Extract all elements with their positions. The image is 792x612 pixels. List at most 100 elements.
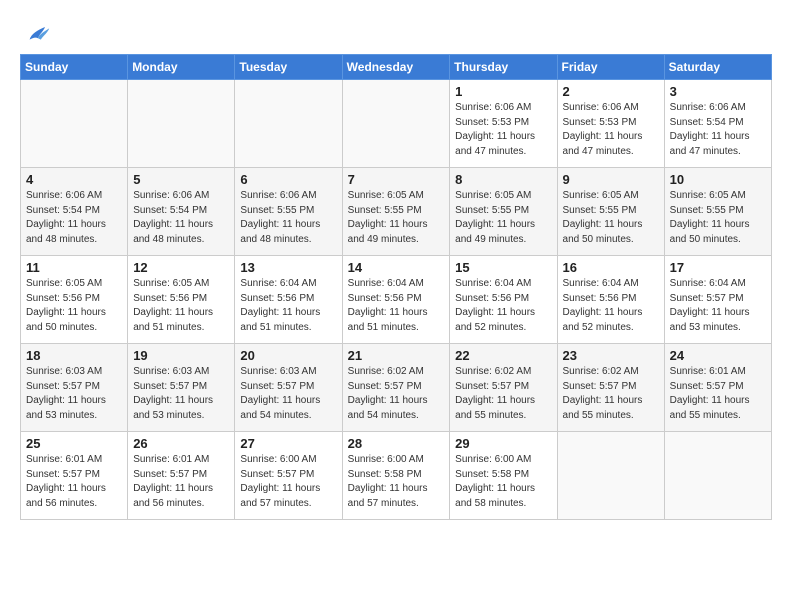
day-info: Sunrise: 6:06 AM Sunset: 5:54 PM Dayligh… [670, 101, 766, 159]
day-info: Sunrise: 6:06 AM Sunset: 5:54 PM Dayligh… [26, 189, 122, 247]
day-info: Sunrise: 6:01 AM Sunset: 5:57 PM Dayligh… [133, 453, 229, 511]
calendar-cell: 17 Sunrise: 6:04 AM Sunset: 5:57 PM Dayli… [664, 256, 771, 344]
day-info: Sunrise: 6:05 AM Sunset: 5:55 PM Dayligh… [348, 189, 445, 247]
calendar-cell: 3 Sunrise: 6:06 AM Sunset: 5:54 PM Daylig… [664, 80, 771, 168]
calendar-cell: 10 Sunrise: 6:05 AM Sunset: 5:55 PM Dayli… [664, 168, 771, 256]
calendar-cell: 22 Sunrise: 6:02 AM Sunset: 5:57 PM Dayli… [450, 344, 557, 432]
day-info: Sunrise: 6:04 AM Sunset: 5:56 PM Dayligh… [240, 277, 336, 335]
calendar-week-row: 25 Sunrise: 6:01 AM Sunset: 5:57 PM Dayli… [21, 432, 772, 520]
calendar-week-row: 18 Sunrise: 6:03 AM Sunset: 5:57 PM Dayli… [21, 344, 772, 432]
day-number: 21 [348, 348, 445, 363]
day-info: Sunrise: 6:05 AM Sunset: 5:55 PM Dayligh… [455, 189, 551, 247]
header-monday: Monday [128, 55, 235, 80]
day-info: Sunrise: 6:03 AM Sunset: 5:57 PM Dayligh… [133, 365, 229, 423]
header-friday: Friday [557, 55, 664, 80]
day-number: 23 [563, 348, 659, 363]
day-number: 27 [240, 436, 336, 451]
calendar-cell: 14 Sunrise: 6:04 AM Sunset: 5:56 PM Dayli… [342, 256, 450, 344]
day-number: 6 [240, 172, 336, 187]
calendar-cell: 4 Sunrise: 6:06 AM Sunset: 5:54 PM Daylig… [21, 168, 128, 256]
calendar-cell [557, 432, 664, 520]
day-number: 20 [240, 348, 336, 363]
calendar-cell: 20 Sunrise: 6:03 AM Sunset: 5:57 PM Dayli… [235, 344, 342, 432]
calendar-cell [235, 80, 342, 168]
day-number: 2 [563, 84, 659, 99]
day-number: 16 [563, 260, 659, 275]
header-thursday: Thursday [450, 55, 557, 80]
day-info: Sunrise: 6:03 AM Sunset: 5:57 PM Dayligh… [26, 365, 122, 423]
calendar-table: SundayMondayTuesdayWednesdayThursdayFrid… [20, 54, 772, 520]
day-info: Sunrise: 6:00 AM Sunset: 5:58 PM Dayligh… [455, 453, 551, 511]
calendar-cell: 9 Sunrise: 6:05 AM Sunset: 5:55 PM Daylig… [557, 168, 664, 256]
calendar-cell: 16 Sunrise: 6:04 AM Sunset: 5:56 PM Dayli… [557, 256, 664, 344]
day-number: 11 [26, 260, 122, 275]
day-number: 7 [348, 172, 445, 187]
calendar-cell: 25 Sunrise: 6:01 AM Sunset: 5:57 PM Dayli… [21, 432, 128, 520]
calendar-cell: 6Sunrise: 6:06 AM Sunset: 5:55 PM Daylig… [235, 168, 342, 256]
day-number: 15 [455, 260, 551, 275]
day-number: 29 [455, 436, 551, 451]
header-saturday: Saturday [664, 55, 771, 80]
day-number: 1 [455, 84, 551, 99]
header-tuesday: Tuesday [235, 55, 342, 80]
calendar-week-row: 1Sunrise: 6:06 AM Sunset: 5:53 PM Daylig… [21, 80, 772, 168]
day-number: 5 [133, 172, 229, 187]
calendar-cell [128, 80, 235, 168]
calendar-cell: 8 Sunrise: 6:05 AM Sunset: 5:55 PM Daylig… [450, 168, 557, 256]
calendar-cell: 11 Sunrise: 6:05 AM Sunset: 5:56 PM Dayli… [21, 256, 128, 344]
calendar-cell: 5 Sunrise: 6:06 AM Sunset: 5:54 PM Daylig… [128, 168, 235, 256]
header-sunday: Sunday [21, 55, 128, 80]
day-number: 26 [133, 436, 229, 451]
day-info: Sunrise: 6:02 AM Sunset: 5:57 PM Dayligh… [348, 365, 445, 423]
calendar-cell: 19Sunrise: 6:03 AM Sunset: 5:57 PM Dayli… [128, 344, 235, 432]
day-number: 14 [348, 260, 445, 275]
day-number: 4 [26, 172, 122, 187]
day-info: Sunrise: 6:05 AM Sunset: 5:56 PM Dayligh… [26, 277, 122, 335]
day-info: Sunrise: 6:04 AM Sunset: 5:56 PM Dayligh… [348, 277, 445, 335]
calendar-cell: 24 Sunrise: 6:01 AM Sunset: 5:57 PM Dayli… [664, 344, 771, 432]
calendar-cell: 12 Sunrise: 6:05 AM Sunset: 5:56 PM Dayli… [128, 256, 235, 344]
day-info: Sunrise: 6:05 AM Sunset: 5:55 PM Dayligh… [670, 189, 766, 247]
day-number: 24 [670, 348, 766, 363]
calendar-cell: 21 Sunrise: 6:02 AM Sunset: 5:57 PM Dayli… [342, 344, 450, 432]
calendar-cell: 28 Sunrise: 6:00 AM Sunset: 5:58 PM Dayli… [342, 432, 450, 520]
day-info: Sunrise: 6:05 AM Sunset: 5:55 PM Dayligh… [563, 189, 659, 247]
calendar-cell: 1Sunrise: 6:06 AM Sunset: 5:53 PM Daylig… [450, 80, 557, 168]
day-number: 25 [26, 436, 122, 451]
day-info: Sunrise: 6:00 AM Sunset: 5:57 PM Dayligh… [240, 453, 336, 511]
calendar-header-row: SundayMondayTuesdayWednesdayThursdayFrid… [21, 55, 772, 80]
page-header [20, 16, 772, 48]
day-number: 10 [670, 172, 766, 187]
day-number: 28 [348, 436, 445, 451]
day-info: Sunrise: 6:04 AM Sunset: 5:56 PM Dayligh… [563, 277, 659, 335]
calendar-cell: 18 Sunrise: 6:03 AM Sunset: 5:57 PM Dayli… [21, 344, 128, 432]
day-info: Sunrise: 6:04 AM Sunset: 5:56 PM Dayligh… [455, 277, 551, 335]
header-wednesday: Wednesday [342, 55, 450, 80]
day-info: Sunrise: 6:05 AM Sunset: 5:56 PM Dayligh… [133, 277, 229, 335]
calendar-cell: 27 Sunrise: 6:00 AM Sunset: 5:57 PM Dayli… [235, 432, 342, 520]
day-number: 22 [455, 348, 551, 363]
calendar-cell: 13Sunrise: 6:04 AM Sunset: 5:56 PM Dayli… [235, 256, 342, 344]
day-info: Sunrise: 6:01 AM Sunset: 5:57 PM Dayligh… [670, 365, 766, 423]
day-info: Sunrise: 6:04 AM Sunset: 5:57 PM Dayligh… [670, 277, 766, 335]
day-info: Sunrise: 6:02 AM Sunset: 5:57 PM Dayligh… [455, 365, 551, 423]
day-info: Sunrise: 6:02 AM Sunset: 5:57 PM Dayligh… [563, 365, 659, 423]
calendar-cell: 26 Sunrise: 6:01 AM Sunset: 5:57 PM Dayli… [128, 432, 235, 520]
day-number: 17 [670, 260, 766, 275]
day-number: 3 [670, 84, 766, 99]
calendar-cell [664, 432, 771, 520]
day-number: 9 [563, 172, 659, 187]
day-info: Sunrise: 6:03 AM Sunset: 5:57 PM Dayligh… [240, 365, 336, 423]
day-info: Sunrise: 6:01 AM Sunset: 5:57 PM Dayligh… [26, 453, 122, 511]
logo-bird-icon [24, 20, 52, 48]
day-number: 18 [26, 348, 122, 363]
calendar-cell: 2Sunrise: 6:06 AM Sunset: 5:53 PM Daylig… [557, 80, 664, 168]
calendar-cell [21, 80, 128, 168]
day-info: Sunrise: 6:00 AM Sunset: 5:58 PM Dayligh… [348, 453, 445, 511]
calendar-cell: 7 Sunrise: 6:05 AM Sunset: 5:55 PM Daylig… [342, 168, 450, 256]
day-number: 12 [133, 260, 229, 275]
calendar-cell [342, 80, 450, 168]
day-info: Sunrise: 6:06 AM Sunset: 5:54 PM Dayligh… [133, 189, 229, 247]
calendar-cell: 23 Sunrise: 6:02 AM Sunset: 5:57 PM Dayli… [557, 344, 664, 432]
day-number: 8 [455, 172, 551, 187]
